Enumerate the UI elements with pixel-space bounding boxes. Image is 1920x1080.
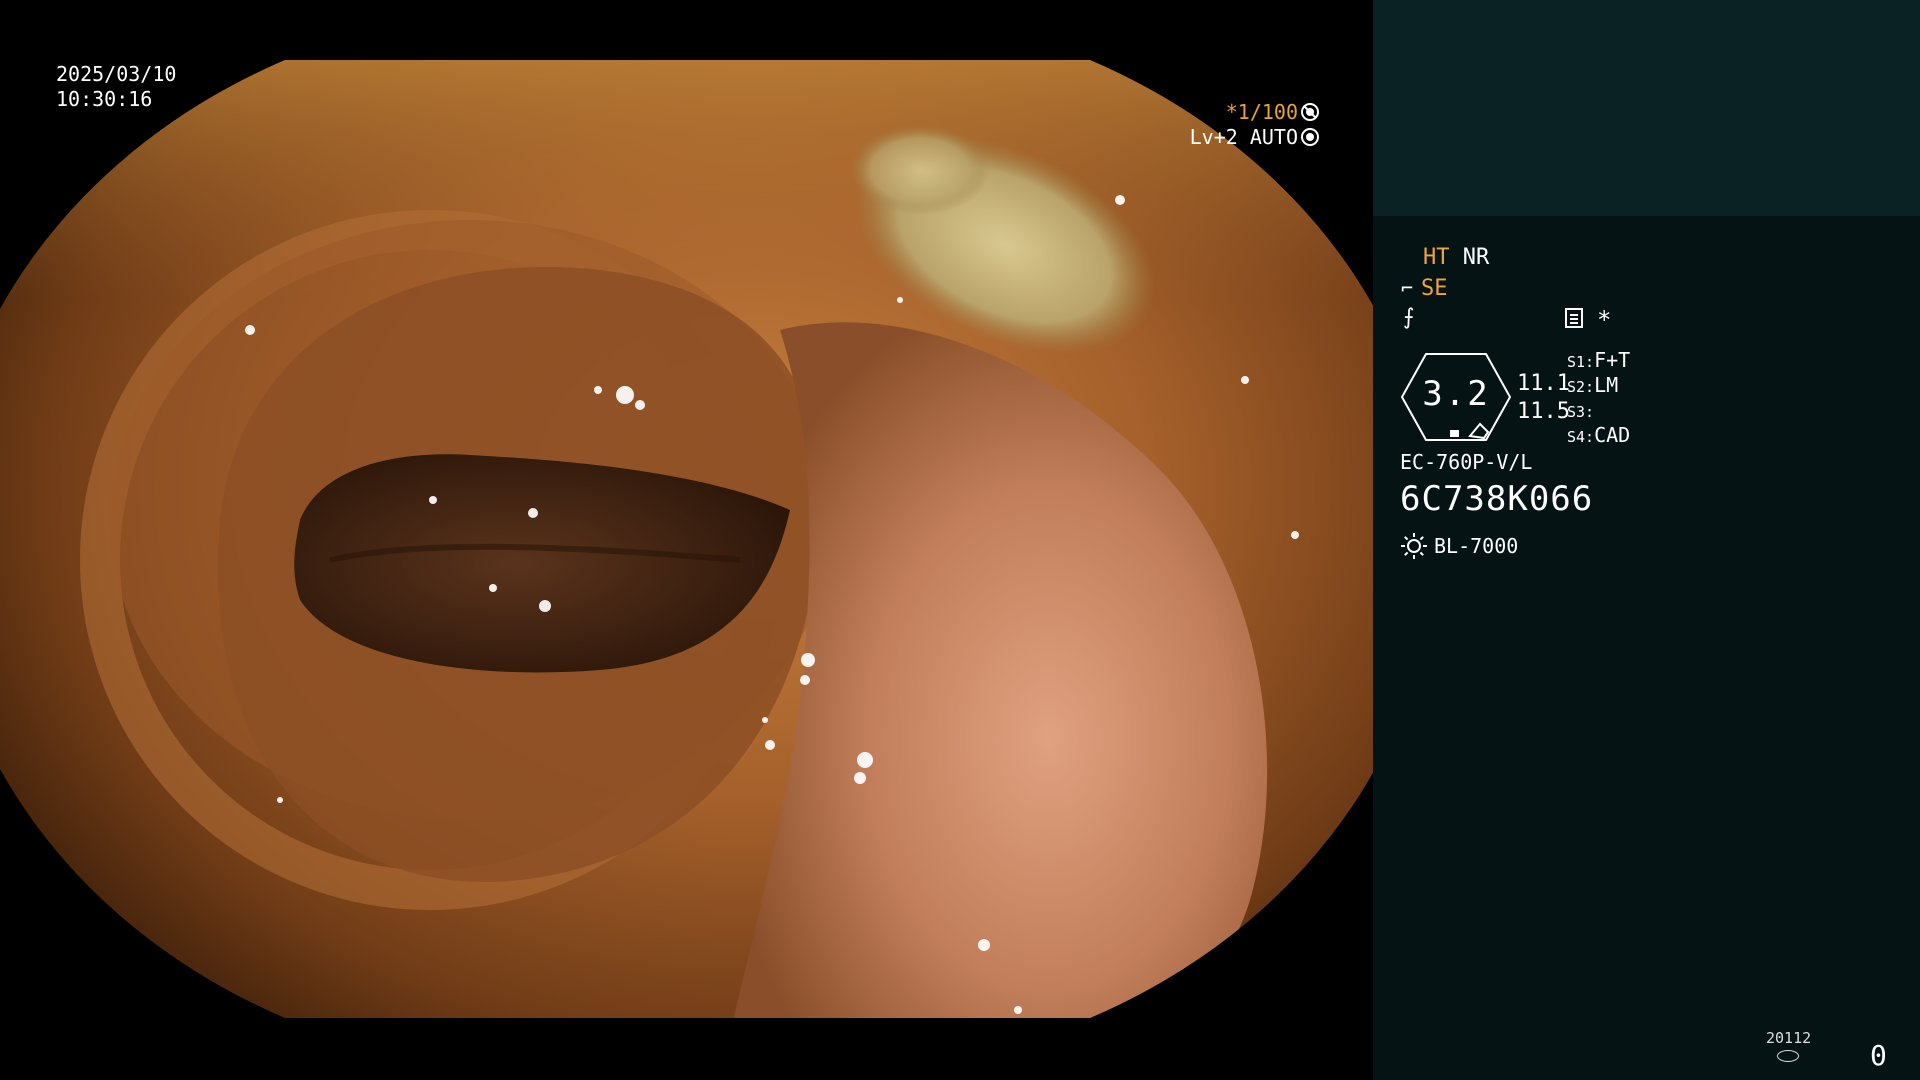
slot-s3: S3: <box>1567 398 1594 424</box>
date-text: 2025/03/10 <box>56 62 177 86</box>
value-1: 11.1 <box>1517 371 1570 396</box>
mode-accent: HT <box>1423 245 1450 270</box>
shutter-prefix: * <box>1225 100 1238 124</box>
slot-key: S3: <box>1567 403 1595 421</box>
iris-row: Lv+2 AUTO <box>1190 125 1319 150</box>
slot-value: CAD <box>1594 423 1631 447</box>
disk-icon <box>1777 1050 1799 1062</box>
enhance-value: 3.2 <box>1422 374 1490 414</box>
time-text: 10:30:16 <box>56 87 153 111</box>
date-time-display: 2025/03/10 10:30:16 <box>56 62 176 112</box>
scope-serial: 6C738K066 <box>1400 479 1594 519</box>
exposure-info: *1/100 Lv+2 AUTO <box>1190 100 1319 150</box>
star-indicator: * <box>1597 306 1612 334</box>
slot-key: S4: <box>1567 428 1595 446</box>
aperture-icon <box>1301 103 1319 121</box>
sun-icon <box>1401 533 1427 559</box>
info-panel: HT NR ⌐ SE ⨍ * 3.2 11.1 11.5 S1:F+T S2:LM… <box>1373 0 1920 1080</box>
mode-text: NR <box>1462 245 1490 270</box>
endoscope-viewport: 2025/03/10 10:30:16 *1/100 Lv+2 AUTO <box>0 0 1373 1080</box>
storage-number: 20112 <box>1766 1029 1812 1047</box>
slot-value: F+T <box>1594 348 1631 372</box>
structure-enhance-row: ⌐ SE <box>1401 274 1448 303</box>
structure-enhance-text: SE <box>1421 276 1448 301</box>
level-text: Lv+2 <box>1189 125 1238 149</box>
iris-mode-text: AUTO <box>1249 125 1298 149</box>
light-source-row: BL-7000 <box>1400 532 1518 560</box>
slot-s2: S2:LM <box>1567 373 1618 399</box>
slot-s1: S1:F+T <box>1567 348 1630 374</box>
scope-model: EC-760P-V/L <box>1400 450 1533 474</box>
shutter-row: *1/100 <box>1190 100 1319 125</box>
slot-value: LM <box>1594 373 1619 397</box>
value-2: 11.5 <box>1517 399 1570 424</box>
slot-s4: S4:CAD <box>1567 423 1630 449</box>
record-icon <box>1565 308 1583 328</box>
endoscope-image <box>0 60 1373 1018</box>
slot-key: S2: <box>1567 378 1595 396</box>
scope-tip-icon: ⌐ <box>1401 276 1414 300</box>
capture-count: 0 <box>1870 1039 1887 1072</box>
function-symbol: ⨍ <box>1403 305 1415 330</box>
iris-icon <box>1301 128 1319 146</box>
mode-row: HT NR <box>1423 244 1489 272</box>
slot-key: S1: <box>1567 353 1595 371</box>
light-source-text: BL-7000 <box>1434 534 1519 558</box>
patient-info-area <box>1373 0 1920 216</box>
shutter-speed: 1/100 <box>1237 100 1298 124</box>
